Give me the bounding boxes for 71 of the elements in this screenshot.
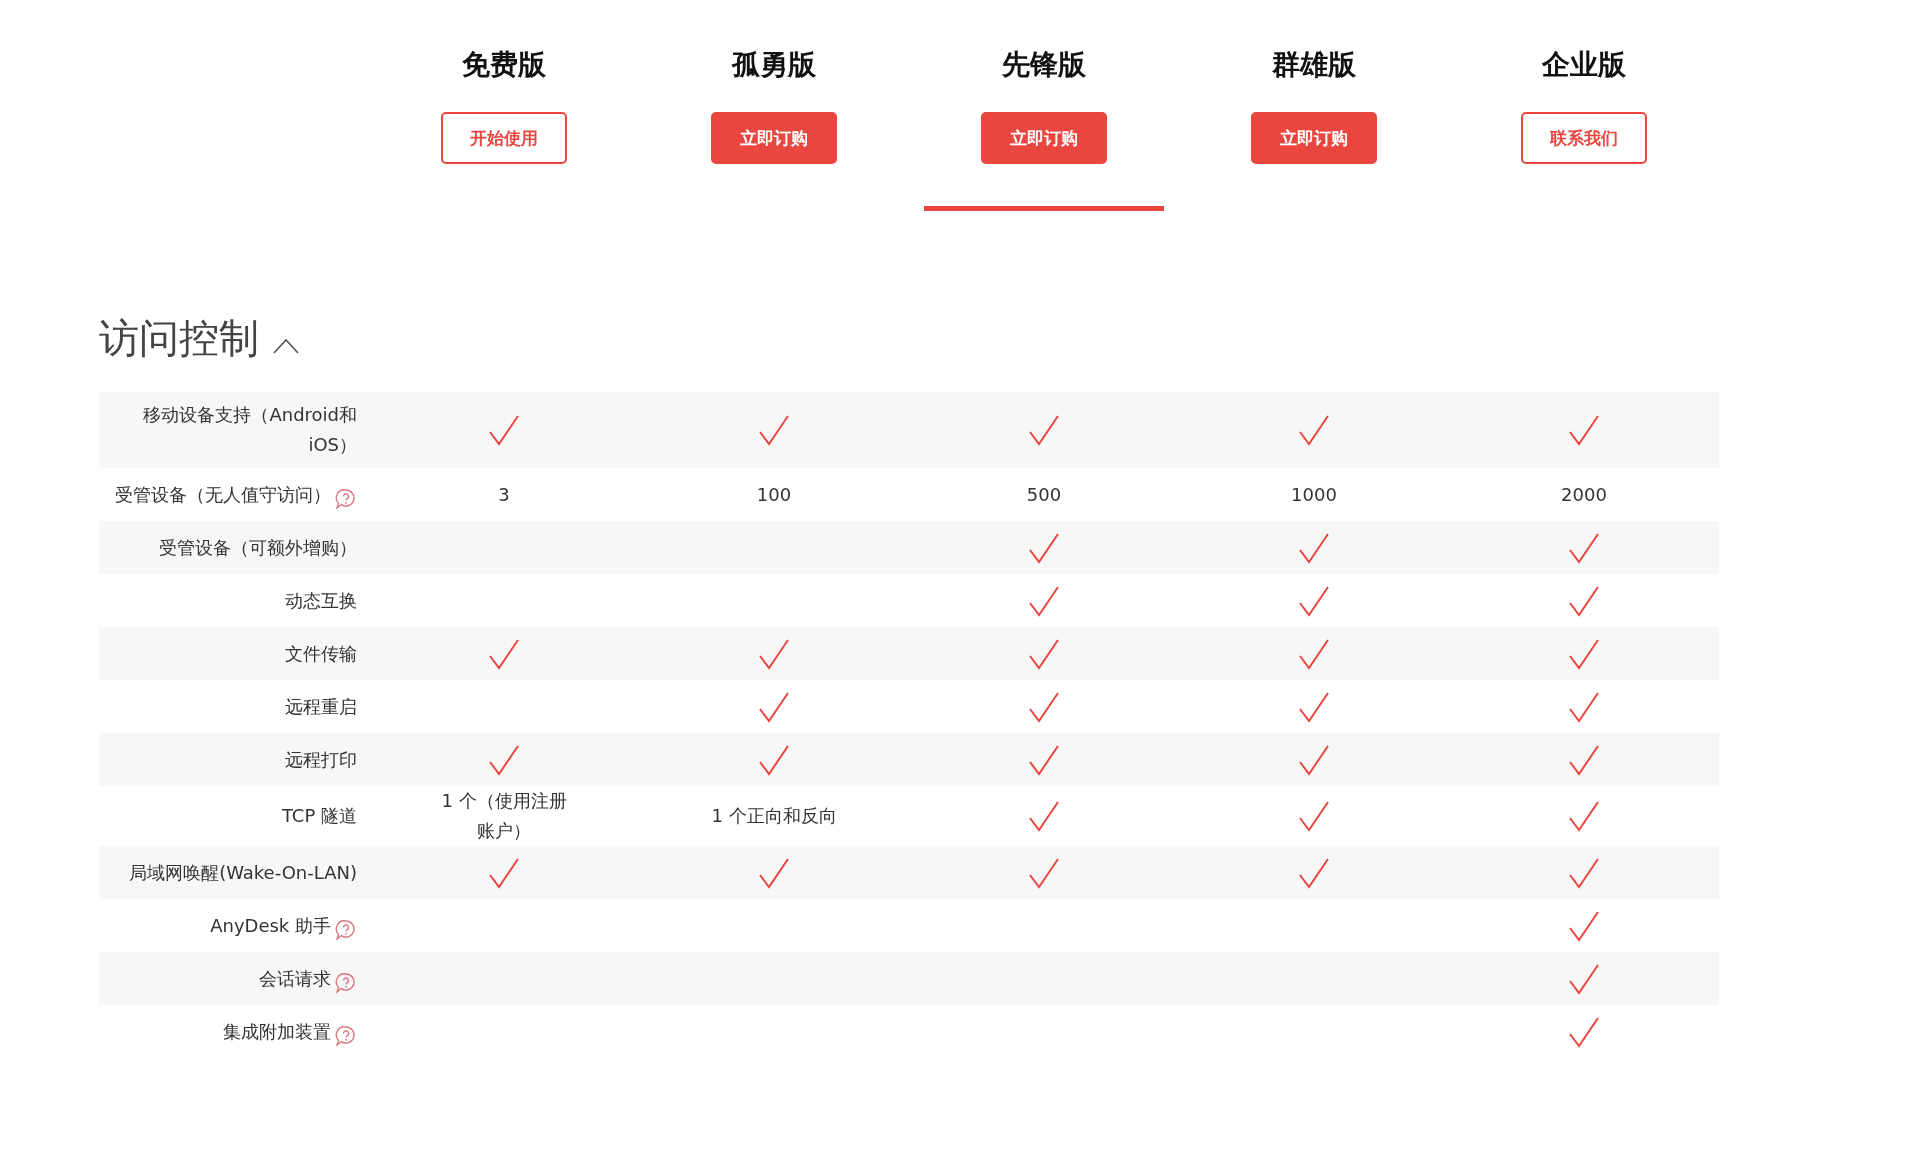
check-icon — [1568, 584, 1600, 617]
check-icon — [1568, 414, 1600, 446]
feature-label: 集成附加装置 — [223, 1019, 331, 1044]
check-icon — [1568, 909, 1600, 942]
check-icon — [758, 414, 790, 446]
check-icon — [758, 690, 790, 723]
table-cell-text: 100 — [756, 482, 792, 507]
check-icon — [1028, 531, 1060, 564]
feature-label: AnyDesk 助手 — [210, 913, 331, 938]
plan-button[interactable]: 立即订购 — [711, 112, 837, 164]
check-icon — [1028, 856, 1060, 889]
help-icon[interactable] — [335, 1024, 357, 1047]
check-icon — [1568, 531, 1600, 564]
check-icon — [1298, 531, 1330, 564]
feature-label: 动态互换 — [285, 588, 357, 613]
check-icon — [1028, 414, 1060, 446]
check-icon — [758, 637, 790, 670]
help-icon[interactable] — [335, 971, 357, 994]
feature-label: 局域网唤醒(Wake-On-LAN) — [129, 860, 357, 885]
check-icon — [1298, 856, 1330, 889]
plan-name: 企业版 — [1542, 47, 1626, 83]
check-icon — [1298, 800, 1330, 832]
table-cell-text: 1 个（使用注册账户） — [440, 789, 568, 843]
check-icon — [1568, 743, 1600, 776]
chevron-up-icon[interactable] — [273, 337, 299, 354]
plan-button[interactable]: 开始使用 — [441, 112, 567, 164]
check-icon — [488, 856, 520, 889]
check-icon — [1568, 800, 1600, 832]
check-icon — [488, 414, 520, 446]
check-icon — [1028, 637, 1060, 670]
plan-name: 群雄版 — [1272, 47, 1356, 83]
table-cell-text: 3 — [498, 482, 510, 507]
check-icon — [1028, 743, 1060, 776]
check-icon — [488, 743, 520, 776]
check-icon — [1298, 690, 1330, 723]
plan-button[interactable]: 立即订购 — [1251, 112, 1377, 164]
feature-label: 受管设备（可额外增购） — [159, 535, 357, 560]
feature-label: 远程打印 — [285, 747, 357, 772]
check-icon — [488, 637, 520, 670]
check-icon — [1298, 584, 1330, 617]
feature-label: 受管设备（无人值守访问） — [115, 482, 331, 507]
table-cell-text: 500 — [1026, 482, 1062, 507]
plan-button[interactable]: 联系我们 — [1521, 112, 1647, 164]
feature-label: TCP 隧道 — [281, 804, 357, 828]
check-icon — [1568, 637, 1600, 670]
check-icon — [1028, 690, 1060, 723]
feature-label: 远程重启 — [285, 694, 357, 719]
check-icon — [1028, 800, 1060, 832]
check-icon — [1298, 414, 1330, 446]
check-icon — [1298, 637, 1330, 670]
table-cell-text: 2000 — [1561, 482, 1607, 507]
feature-label: 移动设备支持（Android和iOS） — [142, 403, 357, 457]
help-icon[interactable] — [335, 918, 357, 941]
feature-label: 会话请求 — [259, 966, 331, 991]
feature-label: 文件传输 — [285, 641, 357, 666]
table-cell-text: 1 个正向和反向 — [711, 804, 837, 828]
check-icon — [758, 856, 790, 889]
help-icon[interactable] — [335, 487, 357, 510]
check-icon — [1298, 743, 1330, 776]
check-icon — [1568, 690, 1600, 723]
plan-name: 孤勇版 — [732, 47, 816, 83]
check-icon — [1568, 1015, 1600, 1048]
check-icon — [1568, 962, 1600, 995]
plan-button[interactable]: 立即订购 — [981, 112, 1107, 164]
table-cell-text: 1000 — [1291, 482, 1337, 507]
section-title: 访问控制 — [99, 314, 259, 363]
check-icon — [758, 743, 790, 776]
plan-name: 先锋版 — [1002, 47, 1086, 83]
plan-name: 免费版 — [462, 47, 546, 83]
check-icon — [1028, 584, 1060, 617]
check-icon — [1568, 856, 1600, 889]
